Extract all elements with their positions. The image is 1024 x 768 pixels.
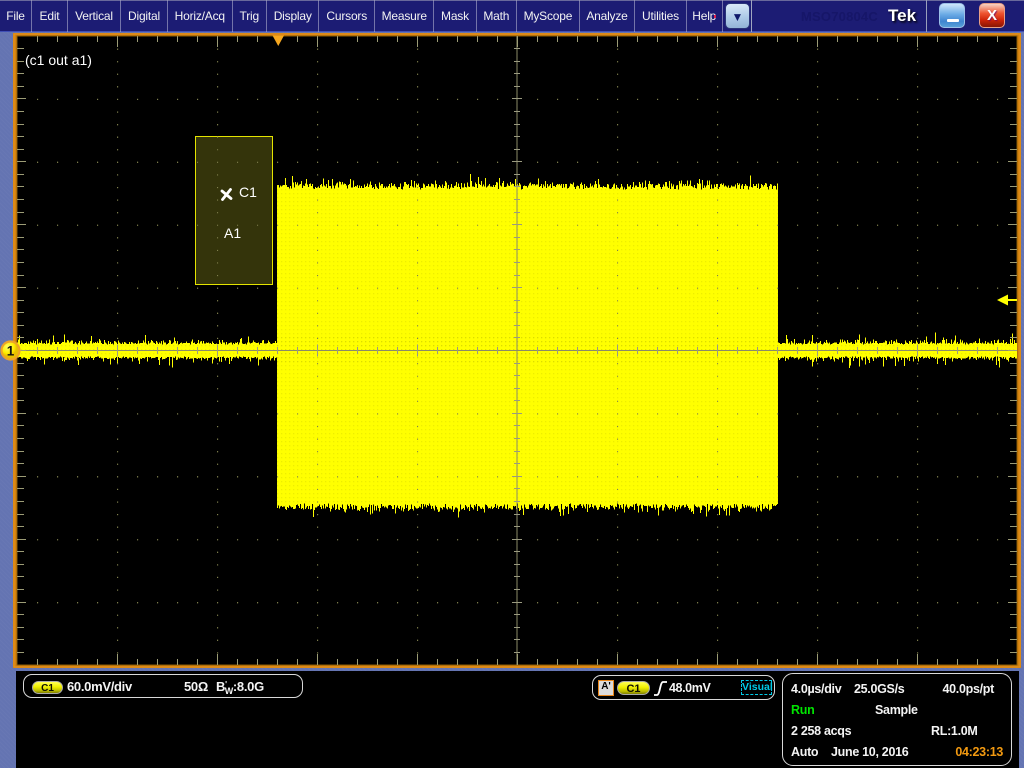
svg-text:(c1 out a1): (c1 out a1) xyxy=(25,52,92,68)
svg-text:A1: A1 xyxy=(224,225,241,241)
svg-text:C1: C1 xyxy=(239,184,257,200)
svg-text:1: 1 xyxy=(7,344,15,359)
